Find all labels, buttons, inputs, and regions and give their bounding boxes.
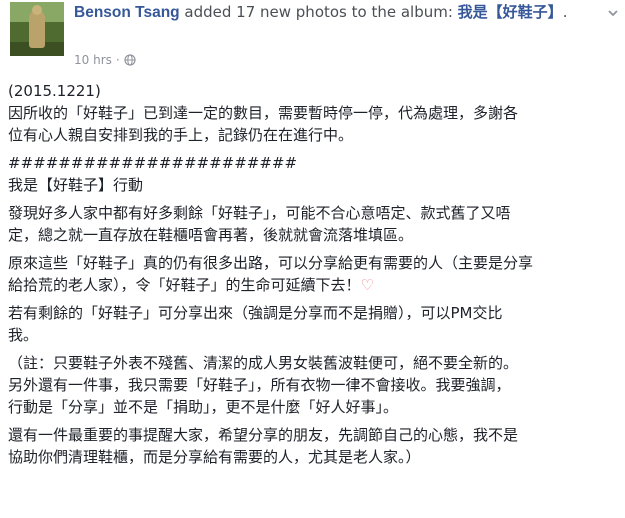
post-meta: 10 hrs ·: [74, 53, 136, 67]
post-action-text: added 17 new photos to the album:: [179, 3, 458, 21]
paragraph-5: 還有一件最重要的事提醒大家，希望分享的朋友，先調節自己的心態，我不是 協助你們清…: [8, 426, 519, 466]
author-name-link[interactable]: Benson Tsang: [74, 4, 180, 21]
campaign-title: 我是【好鞋子】行動: [8, 176, 144, 194]
meta-separator: ·: [115, 53, 120, 67]
avatar[interactable]: [10, 2, 64, 56]
post-headline: Benson Tsang added 17 new photos to the …: [74, 2, 594, 23]
paragraph-2: 原來這些「好鞋子」真的仍有很多出路，可以分享給更有需要的人（主要是分享 給拾荒的…: [8, 252, 616, 296]
notice-paragraph: 因所收的「好鞋子」已到達一定的數目，需要暫時停一停，代為處理，多謝各 位有心人親…: [8, 104, 519, 144]
chevron-down-icon[interactable]: [606, 6, 620, 20]
divider-line: #######################: [8, 154, 298, 172]
post-date: (2015.1221): [8, 82, 101, 100]
heart-icon: ♡: [360, 276, 374, 294]
paragraph-1: 發現好多人家中都有好多剩餘「好鞋子」，可能不合心意唔定、款式舊了又唔 定，總之就…: [8, 204, 511, 244]
globe-icon[interactable]: [124, 54, 136, 66]
album-suffix: .: [562, 3, 568, 21]
paragraph-2-text: 原來這些「好鞋子」真的仍有很多出路，可以分享給更有需要的人（主要是分享 給拾荒的…: [8, 254, 534, 294]
album-link[interactable]: 我是【好鞋子】: [458, 3, 563, 21]
post-body: (2015.1221) 因所收的「好鞋子」已到達一定的數目，需要暫時停一停，代為…: [8, 80, 616, 474]
post-header: Benson Tsang added 17 new photos to the …: [10, 2, 620, 70]
paragraph-3: 若有剩餘的「好鞋子」可分享出來（強調是分享而不是捐贈），可以PM交比 我。: [8, 304, 503, 344]
timestamp-link[interactable]: 10 hrs: [74, 53, 112, 67]
paragraph-4: （註：只要鞋子外表不殘舊、清潔的成人男女裝舊波鞋便可，絕不要全新的。 另外還有一…: [8, 354, 519, 416]
